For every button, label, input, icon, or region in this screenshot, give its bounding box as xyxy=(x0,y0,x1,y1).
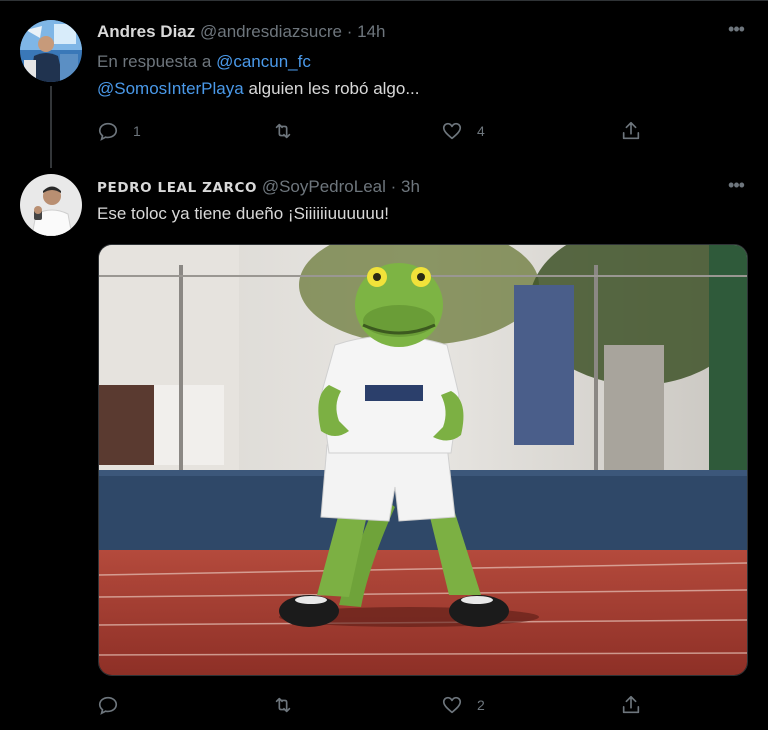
separator: · xyxy=(346,22,353,41)
retweet-button[interactable] xyxy=(272,694,308,716)
reply-icon xyxy=(98,696,118,715)
tweet-text-body: alguien les robó algo... xyxy=(243,79,420,98)
action-bar: 2 xyxy=(97,694,657,716)
share-button[interactable] xyxy=(620,694,642,716)
reply-prefix: En respuesta a xyxy=(97,52,212,71)
retweet-button[interactable] xyxy=(272,120,308,142)
thread-line xyxy=(50,86,52,168)
action-bar: 1 4 xyxy=(97,120,657,142)
reply-icon xyxy=(98,122,118,141)
retweet-icon xyxy=(275,697,291,713)
mascot-photo xyxy=(99,245,747,675)
like-button[interactable]: 2 xyxy=(441,694,485,716)
tweet-andres-diaz[interactable]: Andres Diaz @andresdiazsucre · 14h ••• E… xyxy=(0,0,768,170)
share-icon xyxy=(622,695,640,714)
like-count: 4 xyxy=(477,123,485,139)
reply-to-link[interactable]: @cancun_fc xyxy=(216,52,311,71)
timestamp[interactable]: 3h xyxy=(401,177,420,196)
like-button[interactable]: 4 xyxy=(441,120,485,142)
more-icon[interactable]: ••• xyxy=(726,176,746,200)
avatar[interactable] xyxy=(20,20,82,82)
like-count: 2 xyxy=(477,697,485,713)
reply-button[interactable] xyxy=(97,694,133,716)
share-button[interactable] xyxy=(620,120,642,142)
share-icon xyxy=(622,121,640,140)
reply-button[interactable]: 1 xyxy=(97,120,141,142)
reply-context: En respuesta a @cancun_fc xyxy=(97,51,311,73)
mention-link[interactable]: @SomosInterPlaya xyxy=(97,79,244,98)
handle[interactable]: @andresdiazsucre xyxy=(200,22,342,41)
tweet-text: @SomosInterPlaya alguien les robó algo..… xyxy=(97,78,420,100)
tweet-text: Ese toloc ya tiene dueño ¡Siiiiiiuuuuuu! xyxy=(97,204,390,223)
tweet-header: Andres Diaz @andresdiazsucre · 14h xyxy=(97,21,386,43)
more-icon[interactable]: ••• xyxy=(726,20,746,44)
tweet-media-photo[interactable] xyxy=(98,244,748,676)
reply-count: 1 xyxy=(133,123,141,139)
retweet-icon xyxy=(275,123,291,139)
handle[interactable]: @SoyPedroLeal xyxy=(262,177,386,196)
timestamp[interactable]: 14h xyxy=(357,22,385,41)
display-name[interactable]: PEDRO LEAL ZARCO xyxy=(97,180,257,196)
separator: · xyxy=(390,177,397,196)
like-icon xyxy=(442,122,462,140)
avatar[interactable] xyxy=(20,174,82,236)
tweet-header: PEDRO LEAL ZARCO @SoyPedroLeal · 3h xyxy=(97,176,420,199)
display-name[interactable]: Andres Diaz xyxy=(97,22,195,41)
tweet-pedro-leal[interactable]: PEDRO LEAL ZARCO @SoyPedroLeal · 3h ••• … xyxy=(0,170,768,730)
like-icon xyxy=(442,696,462,714)
